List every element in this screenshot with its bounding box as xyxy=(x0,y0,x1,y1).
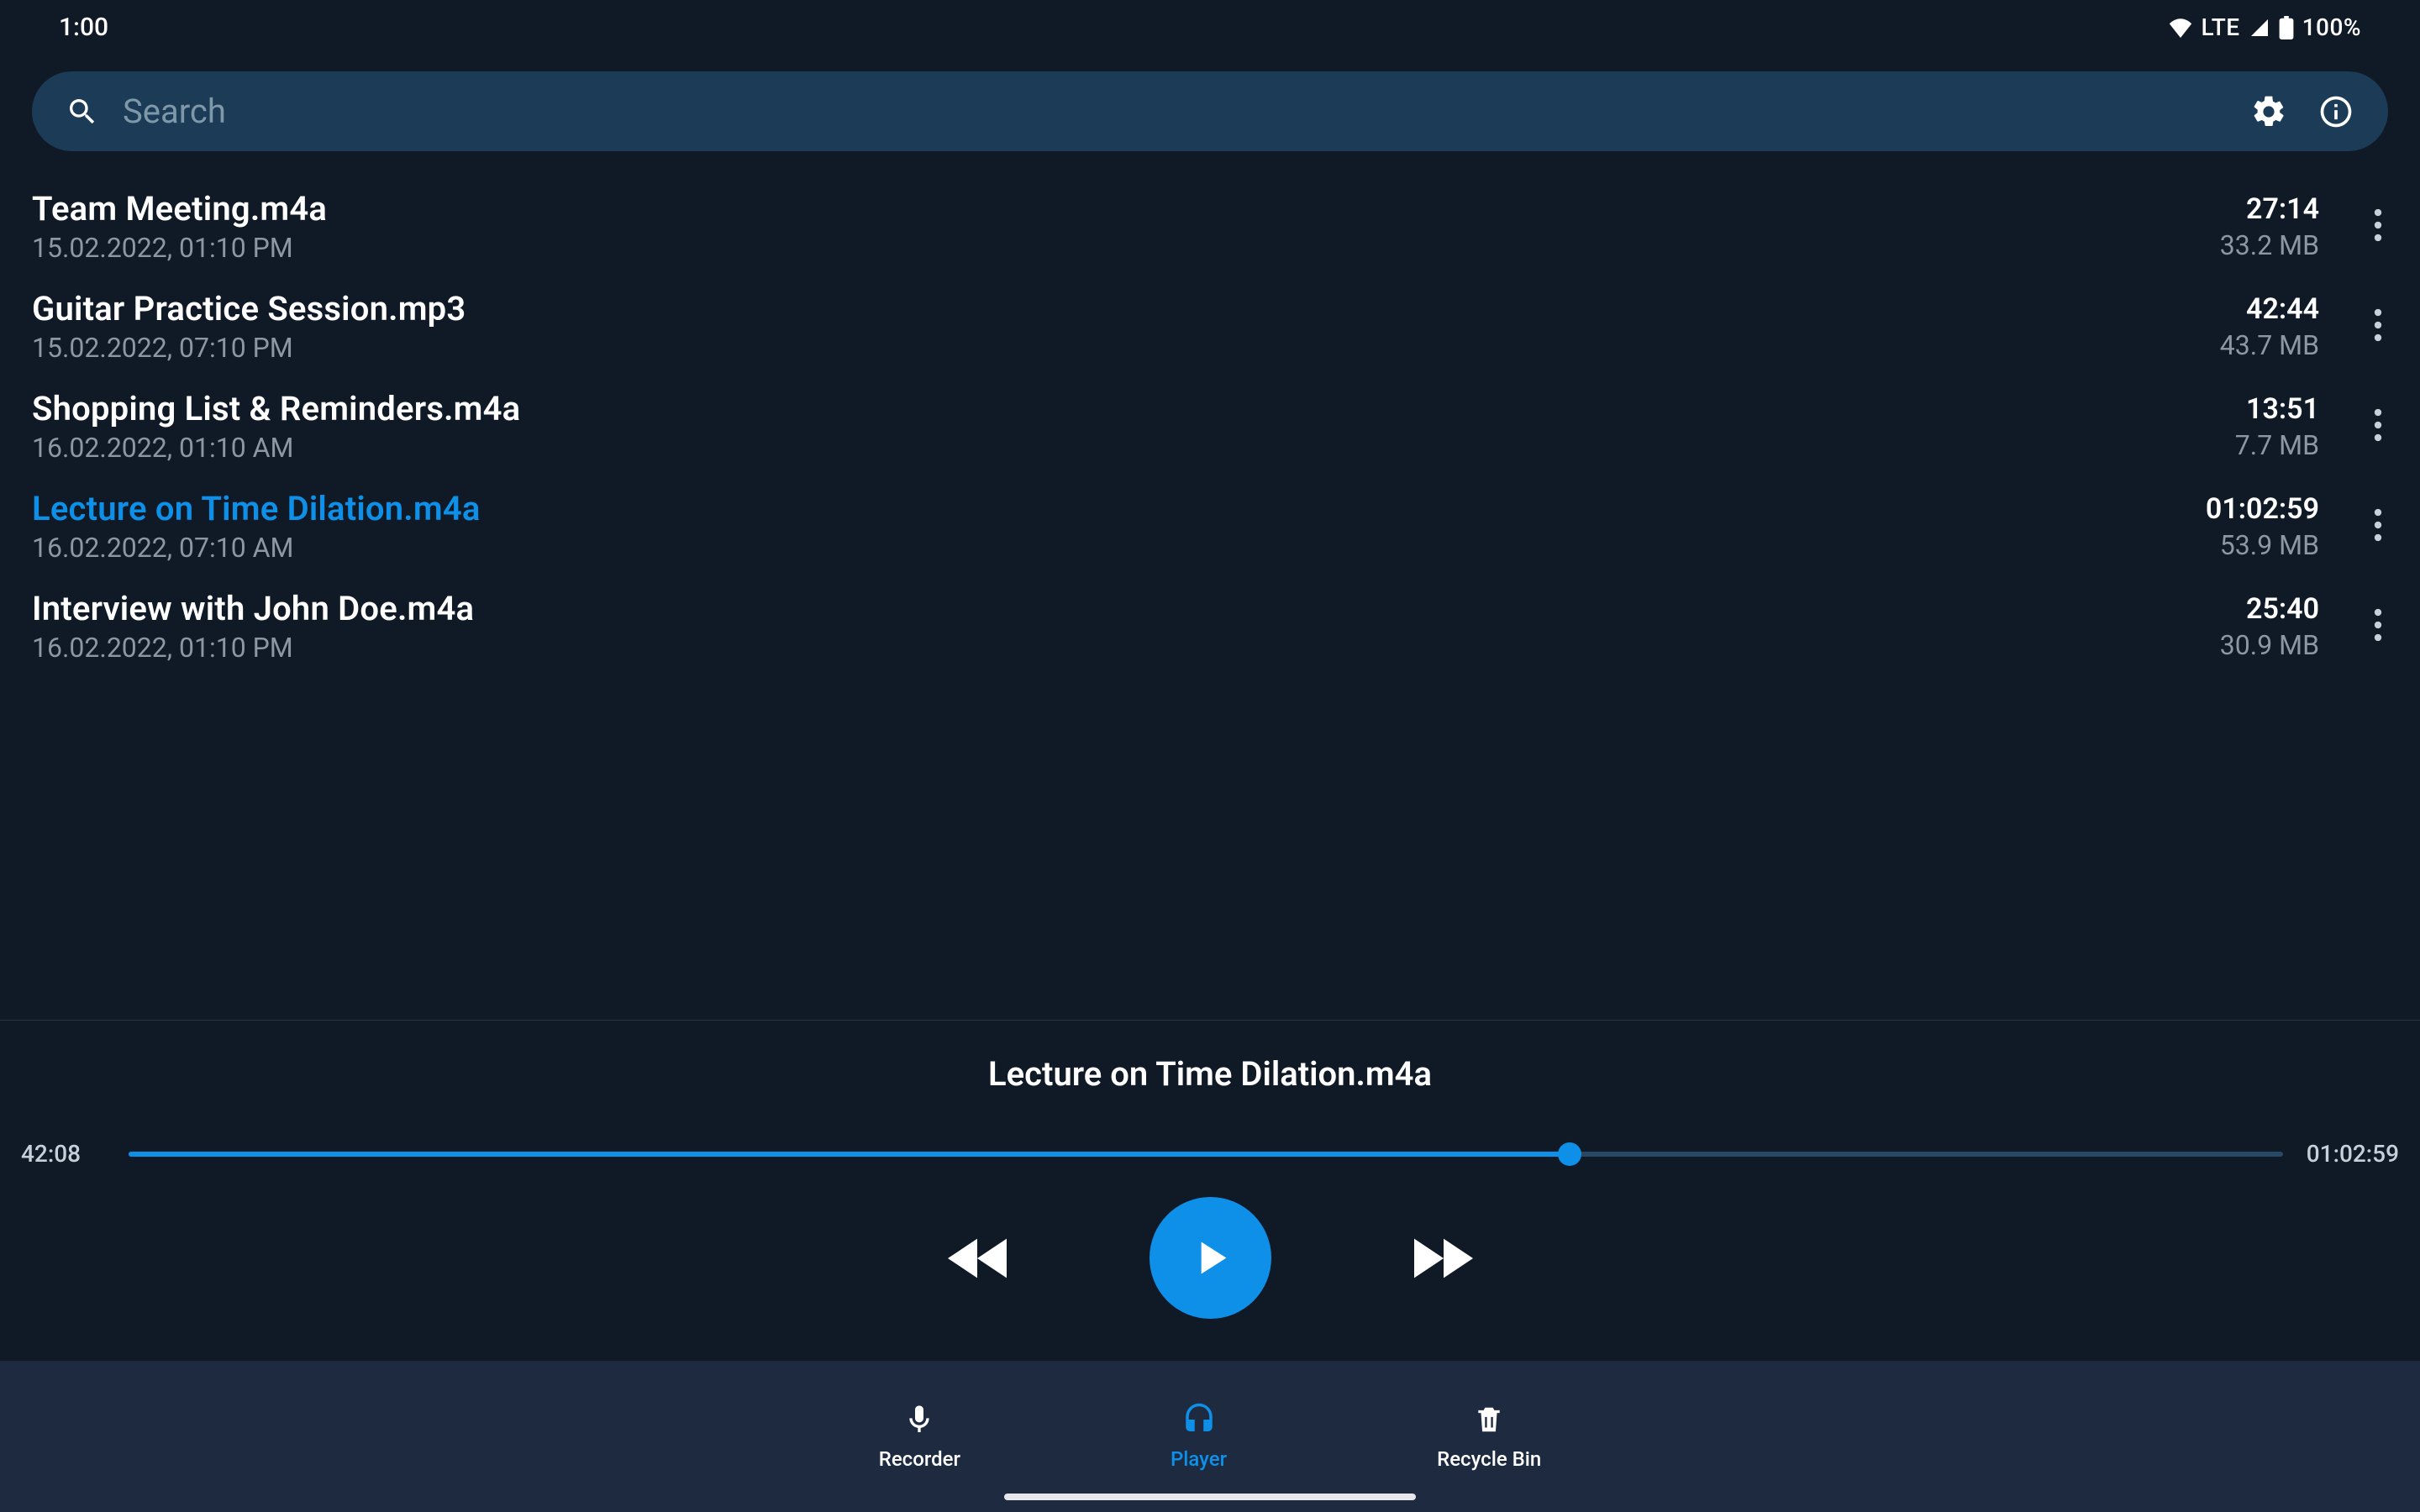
nav-player-label: Player xyxy=(1171,1447,1227,1471)
recording-title: Shopping List & Reminders.m4a xyxy=(32,389,2218,428)
recording-duration: 42:44 xyxy=(2220,292,2319,326)
recording-title: Team Meeting.m4a xyxy=(32,189,2203,228)
recording-item[interactable]: Lecture on Time Dilation.m4a 16.02.2022,… xyxy=(0,476,2420,576)
recording-item[interactable]: Interview with John Doe.m4a 16.02.2022, … xyxy=(0,576,2420,676)
status-right: LTE 100% xyxy=(2168,13,2361,41)
recording-date: 15.02.2022, 01:10 PM xyxy=(32,232,2203,264)
recording-duration: 25:40 xyxy=(2220,592,2319,626)
more-button[interactable] xyxy=(2357,408,2399,445)
more-button[interactable] xyxy=(2357,608,2399,645)
recording-item[interactable]: Guitar Practice Session.mp3 15.02.2022, … xyxy=(0,276,2420,376)
nav-recycle-label: Recycle Bin xyxy=(1437,1447,1541,1471)
search-bar[interactable]: Search xyxy=(32,71,2388,151)
recordings-list: Team Meeting.m4a 15.02.2022, 01:10 PM 27… xyxy=(0,176,2420,676)
progress-row: 42:08 01:02:59 xyxy=(21,1140,2399,1168)
nav-player[interactable]: Player xyxy=(1171,1402,1227,1471)
trash-icon xyxy=(1473,1402,1505,1442)
elapsed-time: 42:08 xyxy=(21,1140,105,1168)
recording-duration: 13:51 xyxy=(2235,392,2319,426)
more-button[interactable] xyxy=(2357,308,2399,345)
recording-date: 16.02.2022, 01:10 PM xyxy=(32,632,2203,664)
recording-item[interactable]: Team Meeting.m4a 15.02.2022, 01:10 PM 27… xyxy=(0,176,2420,276)
rewind-button[interactable] xyxy=(948,1237,1007,1279)
recording-size: 33.2 MB xyxy=(2220,229,2319,261)
wifi-icon xyxy=(2168,18,2193,38)
progress-track[interactable] xyxy=(129,1152,2283,1157)
nav-recorder[interactable]: Recorder xyxy=(879,1402,960,1471)
recording-duration: 01:02:59 xyxy=(2206,492,2319,526)
recording-title: Interview with John Doe.m4a xyxy=(32,589,2203,628)
home-indicator[interactable] xyxy=(1004,1494,1416,1500)
recording-size: 30.9 MB xyxy=(2220,629,2319,661)
progress-fill xyxy=(129,1152,1570,1157)
status-time: 1:00 xyxy=(59,13,108,42)
play-button[interactable] xyxy=(1150,1197,1271,1319)
progress-thumb[interactable] xyxy=(1558,1142,1581,1166)
recording-duration: 27:14 xyxy=(2220,192,2319,226)
recording-item[interactable]: Shopping List & Reminders.m4a 16.02.2022… xyxy=(0,376,2420,476)
mic-icon xyxy=(902,1402,936,1442)
status-bar: 1:00 LTE 100% xyxy=(0,0,2420,55)
nav-recorder-label: Recorder xyxy=(879,1447,960,1471)
recording-size: 53.9 MB xyxy=(2206,529,2319,561)
recording-date: 16.02.2022, 01:10 AM xyxy=(32,432,2218,464)
signal-icon xyxy=(2249,18,2270,38)
recording-title: Lecture on Time Dilation.m4a xyxy=(32,489,2189,528)
settings-icon[interactable] xyxy=(2250,93,2287,130)
recording-size: 7.7 MB xyxy=(2235,429,2319,461)
battery-icon xyxy=(2279,16,2294,39)
nav-recycle[interactable]: Recycle Bin xyxy=(1437,1402,1541,1471)
player-controls xyxy=(21,1197,2399,1319)
search-placeholder: Search xyxy=(123,92,2227,131)
forward-button[interactable] xyxy=(1414,1237,1473,1279)
more-button[interactable] xyxy=(2357,508,2399,545)
total-time: 01:02:59 xyxy=(2307,1140,2399,1168)
info-icon[interactable] xyxy=(2317,93,2354,130)
status-battery: 100% xyxy=(2302,13,2361,41)
bottom-nav: Recorder Player Recycle Bin xyxy=(0,1361,2420,1512)
headphones-icon xyxy=(1181,1402,1218,1442)
player-panel: Lecture on Time Dilation.m4a 42:08 01:02… xyxy=(0,1020,2420,1361)
recording-date: 16.02.2022, 07:10 AM xyxy=(32,532,2189,564)
recording-title: Guitar Practice Session.mp3 xyxy=(32,289,2203,328)
search-icon xyxy=(66,95,99,129)
player-track-title: Lecture on Time Dilation.m4a xyxy=(21,1054,2399,1094)
recording-date: 15.02.2022, 07:10 PM xyxy=(32,332,2203,364)
recording-size: 43.7 MB xyxy=(2220,329,2319,361)
status-network: LTE xyxy=(2202,13,2240,41)
more-button[interactable] xyxy=(2357,208,2399,245)
